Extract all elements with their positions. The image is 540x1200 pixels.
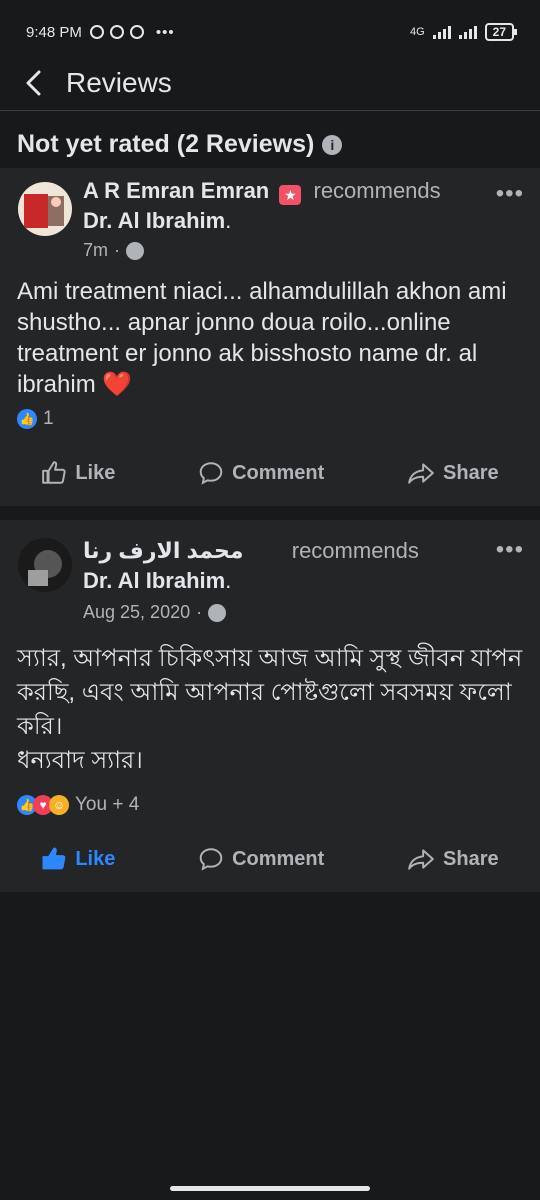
like-button[interactable]: Like	[41, 460, 115, 486]
post-text: স্যার, আপনার চিকিৎসায় আজ আমি সুস্থ জীবন…	[17, 645, 523, 774]
share-button[interactable]: Share	[407, 460, 499, 486]
like-button[interactable]: Like	[41, 846, 115, 872]
target-page[interactable]: Dr. Al Ibrahim	[83, 568, 225, 593]
author-line: A R Emran Emran ★ recommends	[83, 176, 441, 206]
card-divider	[0, 892, 540, 904]
share-button[interactable]: Share	[407, 846, 499, 872]
network-type: 4G	[409, 26, 425, 38]
post-meta: 7m ·	[83, 240, 145, 261]
like-icon	[42, 847, 66, 870]
comment-button[interactable]: Comment	[198, 846, 324, 872]
action-bar: Like Comment Share	[0, 460, 540, 486]
more-notifications-icon: •••	[155, 23, 175, 41]
comment-icon	[199, 848, 223, 871]
page-title: Reviews	[66, 67, 172, 98]
reaction-summary[interactable]: 👍 ♥ ☺ You + 4	[17, 794, 139, 816]
author-name[interactable]: محمد الارف رنا	[83, 538, 244, 563]
card-divider	[0, 506, 540, 520]
globe-icon	[126, 241, 145, 260]
section-title-text: Not yet rated (2 Reviews)	[17, 130, 315, 158]
signal-icon-2	[458, 25, 477, 39]
share-icon	[408, 463, 434, 484]
header: Reviews	[0, 56, 540, 111]
action-bar: Like Comment Share	[0, 846, 540, 872]
recommends-verb: recommends	[313, 178, 441, 203]
target-line: Dr. Al Ibrahim.	[83, 568, 232, 593]
globe-icon	[208, 603, 227, 622]
reaction-count: You + 4	[75, 794, 140, 815]
messenger-icon	[109, 25, 124, 39]
like-icon	[42, 461, 66, 484]
more-options-icon[interactable]: •••	[496, 180, 524, 208]
like-reaction-icon: 👍	[17, 409, 37, 429]
author-name[interactable]: A R Emran Emran	[83, 178, 269, 203]
post-time[interactable]: Aug 25, 2020	[83, 602, 190, 623]
target-page[interactable]: Dr. Al Ibrahim	[83, 208, 225, 233]
author-line: محمد الارف رنا recommends	[83, 536, 419, 566]
back-arrow-icon[interactable]	[18, 67, 50, 99]
star-badge-icon: ★	[279, 185, 302, 205]
info-icon[interactable]: i	[322, 134, 343, 155]
shield-icon	[129, 25, 144, 39]
post-text: Ami treatment niaci... alhamdulillah akh…	[17, 278, 507, 398]
comment-icon	[199, 462, 223, 485]
share-icon	[408, 849, 434, 870]
review-card: A R Emran Emran ★ recommends Dr. Al Ibra…	[0, 168, 540, 506]
whatsapp-icon	[89, 25, 104, 39]
home-indicator[interactable]	[170, 1186, 370, 1191]
clock: 9:48 PM	[26, 23, 82, 41]
comment-button[interactable]: Comment	[198, 460, 324, 486]
signal-icon	[432, 25, 451, 39]
avatar[interactable]	[18, 538, 72, 592]
post-time[interactable]: 7m	[83, 240, 108, 261]
battery-icon: 27	[484, 23, 518, 41]
reaction-count: 1	[43, 408, 54, 429]
post-meta: Aug 25, 2020 ·	[83, 602, 227, 623]
reaction-summary[interactable]: 👍 1	[17, 408, 54, 430]
recommends-verb: recommends	[291, 538, 419, 563]
target-line: Dr. Al Ibrahim.	[83, 208, 232, 233]
section-title: Not yet rated (2 Reviews) i	[17, 130, 343, 159]
review-card: محمد الارف رنا recommends Dr. Al Ibrahim…	[0, 520, 540, 892]
status-bar: 9:48 PM ••• 4G 27	[0, 0, 540, 64]
care-reaction-icon: ☺	[49, 795, 69, 815]
more-options-icon[interactable]: •••	[496, 536, 524, 564]
avatar[interactable]	[18, 182, 72, 236]
